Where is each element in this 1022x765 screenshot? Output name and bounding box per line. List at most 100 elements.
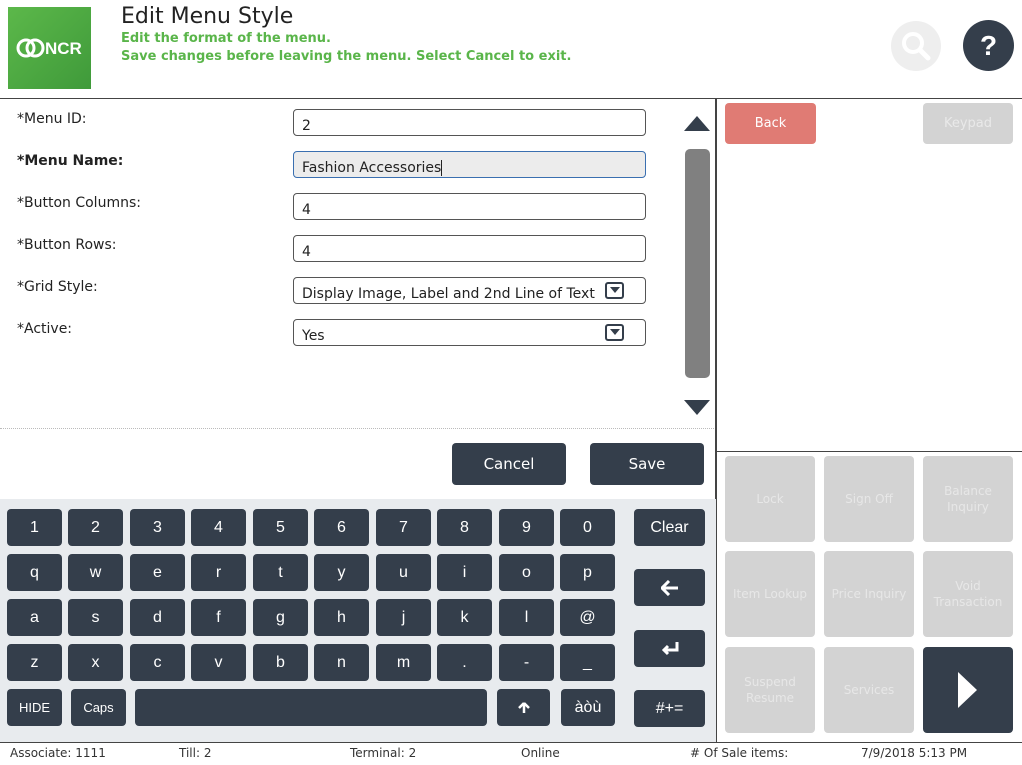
clear-key[interactable]: Clear (634, 509, 705, 546)
page-subtitle-1: Edit the format of the menu. (121, 31, 331, 46)
keypad-button[interactable]: Keypad (923, 103, 1013, 144)
key-m[interactable]: m (376, 644, 431, 681)
chevron-down-icon[interactable] (605, 282, 624, 299)
header-divider (0, 98, 1022, 99)
key-q[interactable]: q (7, 554, 62, 591)
cancel-button[interactable]: Cancel (452, 443, 566, 485)
scrollbar-thumb[interactable] (685, 149, 710, 378)
key-a[interactable]: a (7, 599, 62, 636)
void-transaction-button[interactable]: Void Transaction (923, 551, 1013, 637)
onscreen-keyboard: 1 2 3 4 5 6 7 8 9 0 Clear q w e r t y u … (0, 499, 716, 742)
search-button[interactable] (891, 21, 941, 71)
menu-name-field[interactable]: Fashion Accessories (293, 151, 646, 178)
key-e[interactable]: e (130, 554, 185, 591)
key-c[interactable]: c (130, 644, 185, 681)
key-v[interactable]: v (191, 644, 246, 681)
enter-key[interactable] (634, 630, 705, 667)
key-7[interactable]: 7 (376, 509, 431, 546)
key-f[interactable]: f (191, 599, 246, 636)
till-status: Till: 2 (179, 746, 212, 760)
button-rows-label: *Button Rows: (17, 237, 117, 253)
next-page-button[interactable] (923, 647, 1013, 733)
button-columns-field[interactable]: 4 (293, 193, 646, 220)
key-5[interactable]: 5 (253, 509, 308, 546)
hide-key[interactable]: HIDE (7, 689, 62, 726)
key-i[interactable]: i (437, 554, 492, 591)
key-at[interactable]: @ (560, 599, 615, 636)
key-underscore[interactable]: _ (560, 644, 615, 681)
key-8[interactable]: 8 (437, 509, 492, 546)
button-columns-label: *Button Columns: (17, 195, 141, 211)
balance-inquiry-button[interactable]: Balance Inquiry (923, 456, 1013, 542)
ncr-logo: NCR (8, 7, 91, 89)
menu-id-field[interactable]: 2 (293, 109, 646, 136)
key-l[interactable]: l (499, 599, 554, 636)
caps-key[interactable]: Caps (71, 689, 126, 726)
page-title: Edit Menu Style (121, 4, 294, 29)
sale-items-status: # Of Sale items: (690, 746, 789, 760)
chevron-down-icon[interactable] (605, 324, 624, 341)
key-9[interactable]: 9 (499, 509, 554, 546)
key-r[interactable]: r (191, 554, 246, 591)
item-lookup-button[interactable]: Item Lookup (725, 551, 815, 637)
key-t[interactable]: t (253, 554, 308, 591)
back-button[interactable]: Back (725, 103, 816, 144)
grid-style-label: *Grid Style: (17, 279, 98, 295)
key-1[interactable]: 1 (7, 509, 62, 546)
key-p[interactable]: p (560, 554, 615, 591)
chevron-right-icon (958, 672, 977, 708)
key-z[interactable]: z (7, 644, 62, 681)
key-u[interactable]: u (376, 554, 431, 591)
key-d[interactable]: d (130, 599, 185, 636)
key-b[interactable]: b (253, 644, 308, 681)
key-hyphen[interactable]: - (499, 644, 554, 681)
key-k[interactable]: k (437, 599, 492, 636)
key-3[interactable]: 3 (130, 509, 185, 546)
price-inquiry-button[interactable]: Price Inquiry (824, 551, 914, 637)
grid-style-select[interactable]: Display Image, Label and 2nd Line of Tex… (293, 277, 646, 304)
sign-off-button[interactable]: Sign Off (824, 456, 914, 542)
symbols-key[interactable]: #+= (634, 690, 705, 727)
active-select[interactable]: Yes (293, 319, 646, 346)
scroll-up-icon[interactable] (684, 116, 710, 131)
lock-button[interactable]: Lock (725, 456, 815, 542)
active-value: Yes (302, 328, 325, 344)
help-button[interactable]: ? (963, 20, 1014, 71)
key-w[interactable]: w (68, 554, 123, 591)
save-button[interactable]: Save (590, 443, 704, 485)
key-2[interactable]: 2 (68, 509, 123, 546)
key-g[interactable]: g (253, 599, 308, 636)
status-divider (0, 742, 1022, 743)
scroll-down-icon[interactable] (684, 400, 710, 415)
datetime-status: 7/9/2018 5:13 PM (861, 746, 968, 760)
key-y[interactable]: y (314, 554, 369, 591)
accents-key[interactable]: àòù (561, 689, 615, 726)
search-icon (902, 32, 931, 61)
arrow-left-icon (660, 579, 678, 596)
key-4[interactable]: 4 (191, 509, 246, 546)
key-n[interactable]: n (314, 644, 369, 681)
key-j[interactable]: j (376, 599, 431, 636)
page-subtitle-2: Save changes before leaving the menu. Se… (121, 49, 572, 64)
associate-status: Associate: 1111 (10, 746, 106, 760)
menu-name-value: Fashion Accessories (302, 160, 442, 176)
suspend-resume-button[interactable]: Suspend Resume (725, 647, 815, 733)
right-pane-divider (717, 451, 1022, 452)
button-rows-field[interactable]: 4 (293, 235, 646, 262)
menu-name-label: *Menu Name: (17, 153, 124, 169)
shift-key[interactable] (497, 689, 550, 726)
services-button[interactable]: Services (824, 647, 914, 733)
backspace-key[interactable] (634, 569, 705, 606)
key-o[interactable]: o (499, 554, 554, 591)
online-status: Online (521, 746, 560, 760)
key-x[interactable]: x (68, 644, 123, 681)
key-period[interactable]: . (437, 644, 492, 681)
enter-icon (661, 641, 678, 655)
arrow-up-icon (517, 701, 530, 713)
key-s[interactable]: s (68, 599, 123, 636)
terminal-status: Terminal: 2 (350, 746, 417, 760)
space-key[interactable] (135, 689, 487, 726)
key-6[interactable]: 6 (314, 509, 369, 546)
key-h[interactable]: h (314, 599, 369, 636)
key-0[interactable]: 0 (560, 509, 615, 546)
